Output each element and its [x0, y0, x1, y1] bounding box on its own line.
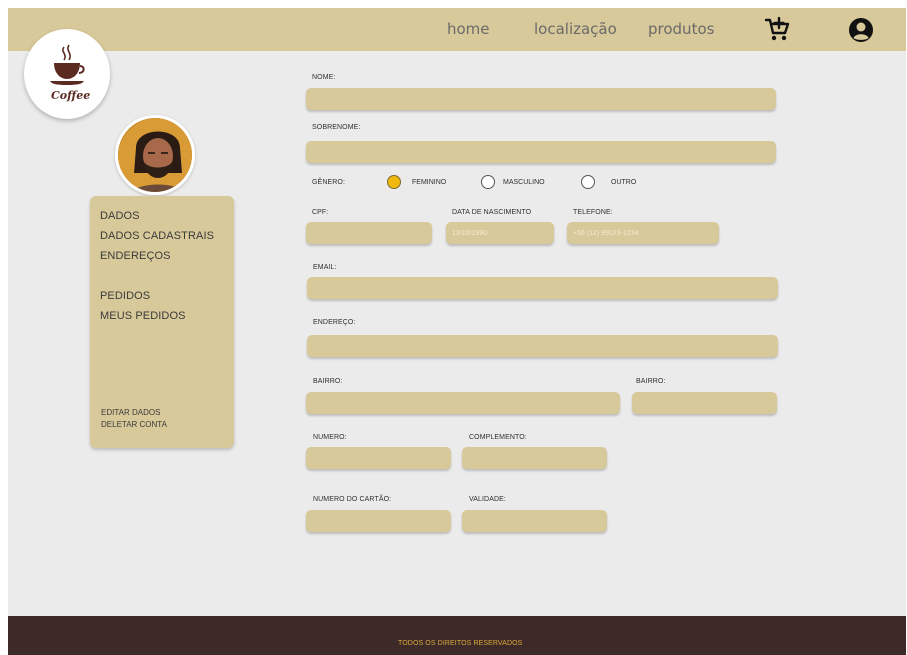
email-label: EMAIL:: [313, 264, 337, 271]
numero-input[interactable]: [306, 447, 451, 469]
endereco-label: ENDEREÇO:: [313, 319, 356, 326]
sidebar-item-pedidos[interactable]: PEDIDOS: [100, 290, 150, 302]
complemento-label: COMPLEMENTO:: [469, 434, 527, 441]
email-input[interactable]: [307, 277, 778, 299]
nascimento-input[interactable]: [446, 222, 554, 244]
page-frame: home localização produtos Coffee DADOS D…: [8, 8, 906, 655]
coffee-logo[interactable]: Coffee: [24, 29, 110, 119]
footer: TODOS OS DIREITOS RESERVADOS: [8, 616, 906, 655]
nav-home-link[interactable]: home: [447, 20, 490, 38]
radio-masculino-label: MASCULINO: [503, 179, 545, 186]
endereco-input[interactable]: [307, 335, 778, 357]
avatar: [115, 115, 195, 195]
radio-feminino-label: FEMININO: [412, 179, 447, 186]
radio-outro-label: OUTRO: [611, 179, 637, 186]
edit-data-link[interactable]: EDITAR DADOS: [101, 408, 160, 417]
nav-products-link[interactable]: produtos: [648, 20, 714, 38]
cart-plus-icon[interactable]: [764, 17, 790, 43]
delete-account-link[interactable]: DELETAR CONTA: [101, 420, 167, 429]
genero-label: GÊNERO:: [312, 179, 345, 186]
cpf-input[interactable]: [306, 222, 432, 244]
radio-masculino[interactable]: [481, 175, 495, 189]
profile-photo: [118, 118, 192, 192]
nav-location-link[interactable]: localização: [534, 20, 617, 38]
user-circle-icon[interactable]: [848, 17, 874, 43]
bairro-label: BAIRRO:: [313, 378, 343, 385]
coffee-cup-icon: [50, 44, 85, 85]
telefone-input[interactable]: [567, 222, 719, 244]
sobrenome-label: SOBRENOME:: [312, 124, 361, 131]
complemento-input[interactable]: [462, 447, 607, 469]
cartao-label: NUMERO DO CARTÃO:: [313, 496, 392, 503]
sidebar-item-enderecos[interactable]: ENDEREÇOS: [100, 250, 171, 262]
sobrenome-input[interactable]: [306, 141, 776, 163]
top-navbar: home localização produtos: [8, 8, 906, 51]
nascimento-label: DATA DE NASCIMENTO: [452, 209, 532, 216]
validade-input[interactable]: [462, 510, 607, 532]
radio-outro[interactable]: [581, 175, 595, 189]
radio-feminino[interactable]: [387, 175, 401, 189]
sidebar-item-dados-cadastrais[interactable]: DADOS CADASTRAIS: [100, 230, 214, 242]
bairro2-input[interactable]: [632, 392, 777, 414]
nome-input[interactable]: [306, 88, 776, 110]
sidebar-item-dados[interactable]: DADOS: [100, 210, 140, 222]
sidebar-menu: DADOS DADOS CADASTRAIS ENDEREÇOS PEDIDOS…: [90, 196, 234, 448]
logo-text: Coffee: [51, 89, 91, 102]
validade-label: VALIDADE:: [469, 496, 506, 503]
bairro2-label: BAIRRO:: [636, 378, 666, 385]
footer-copyright: TODOS OS DIREITOS RESERVADOS: [398, 640, 523, 647]
numero-label: NUMERO:: [313, 434, 347, 441]
bairro-input[interactable]: [306, 392, 620, 414]
nome-label: NOME:: [312, 74, 336, 81]
cpf-label: CPF:: [312, 209, 329, 216]
cartao-input[interactable]: [306, 510, 451, 532]
telefone-label: TELEFONE:: [573, 209, 613, 216]
sidebar-item-meus-pedidos[interactable]: MEUS PEDIDOS: [100, 310, 186, 322]
